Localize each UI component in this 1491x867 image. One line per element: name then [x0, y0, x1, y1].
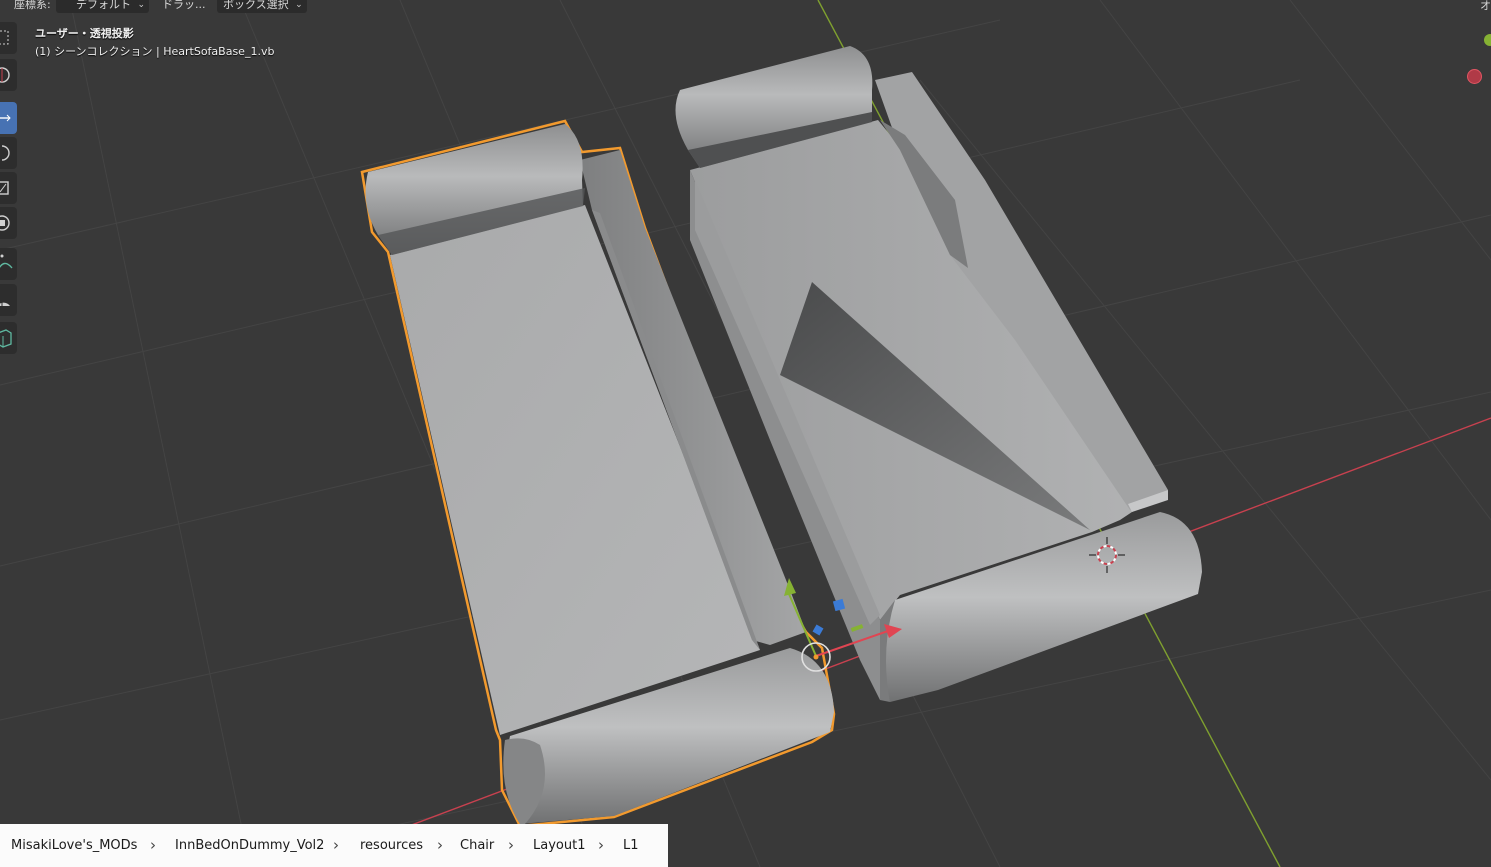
- coord-system-label: 座標系:: [14, 0, 51, 11]
- chevron-right-icon: ›: [437, 836, 443, 854]
- transform-icon: [0, 215, 10, 231]
- breadcrumb-item[interactable]: InnBedOnDummy_Vol2: [175, 838, 324, 853]
- coord-system-value: デフォルト: [76, 0, 131, 11]
- scene-canvas[interactable]: [0, 0, 1491, 867]
- breadcrumb-item[interactable]: L1: [623, 838, 639, 853]
- select-mode-value: ボックス選択: [223, 0, 289, 11]
- breadcrumb: MisakiLove's_MODs › InnBedOnDummy_Vol2 › res…: [0, 824, 668, 867]
- transform-tool[interactable]: [0, 207, 17, 239]
- breadcrumb-item[interactable]: resources: [360, 838, 423, 853]
- add-cube-icon: [0, 329, 12, 348]
- annotate-icon: [0, 254, 13, 269]
- cursor-tool[interactable]: [0, 59, 17, 91]
- move-icon: [0, 114, 11, 122]
- viewport-overlay-info: ユーザー・透視投影 (1) シーンコレクション | HeartSofaBase_…: [35, 25, 274, 61]
- chevron-right-icon: ›: [150, 836, 156, 854]
- measure-icon: [0, 298, 10, 306]
- chevron-right-icon: ›: [508, 836, 514, 854]
- chevron-down-icon: ⌄: [295, 0, 303, 10]
- rotate-tool[interactable]: [0, 137, 17, 169]
- breadcrumb-item[interactable]: Layout1: [533, 838, 585, 853]
- measure-tool[interactable]: [0, 284, 17, 316]
- collection-info: (1) シーンコレクション | HeartSofaBase_1.vb: [35, 45, 275, 58]
- add-cube-tool[interactable]: [0, 322, 17, 354]
- coord-system-dropdown[interactable]: デフォルト ⌄: [56, 0, 149, 13]
- scale-icon: [0, 181, 9, 195]
- chevron-down-icon: ⌄: [137, 0, 145, 10]
- select-mode-dropdown[interactable]: ボックス選択 ⌄: [217, 0, 307, 13]
- cursor-icon: [0, 67, 10, 83]
- options-label[interactable]: オ: [1480, 0, 1491, 13]
- breadcrumb-item[interactable]: Chair: [460, 838, 494, 853]
- 3d-viewport[interactable]: 座標系: デフォルト ⌄ ドラッ... ボックス選択 ⌄ オ ユーザー・透視投影…: [0, 0, 1491, 867]
- breadcrumb-item[interactable]: MisakiLove's_MODs: [11, 838, 137, 853]
- select-box-icon: [0, 30, 9, 45]
- chevron-right-icon: ›: [333, 836, 339, 854]
- view-name: ユーザー・透視投影: [35, 27, 134, 40]
- rotate-icon: [1, 145, 10, 161]
- x-axis-gizmo-dot[interactable]: [1467, 69, 1482, 84]
- select-box-tool[interactable]: [0, 22, 17, 54]
- viewport-header: 座標系: デフォルト ⌄ ドラッ... ボックス選択 ⌄ オ: [0, 0, 1491, 14]
- y-axis-gizmo-dot[interactable]: [1484, 34, 1491, 46]
- annotate-tool[interactable]: [0, 248, 17, 280]
- move-tool[interactable]: [0, 102, 17, 134]
- chevron-right-icon: ›: [598, 836, 604, 854]
- scale-tool[interactable]: [0, 172, 17, 204]
- drag-label: ドラッ...: [162, 0, 206, 11]
